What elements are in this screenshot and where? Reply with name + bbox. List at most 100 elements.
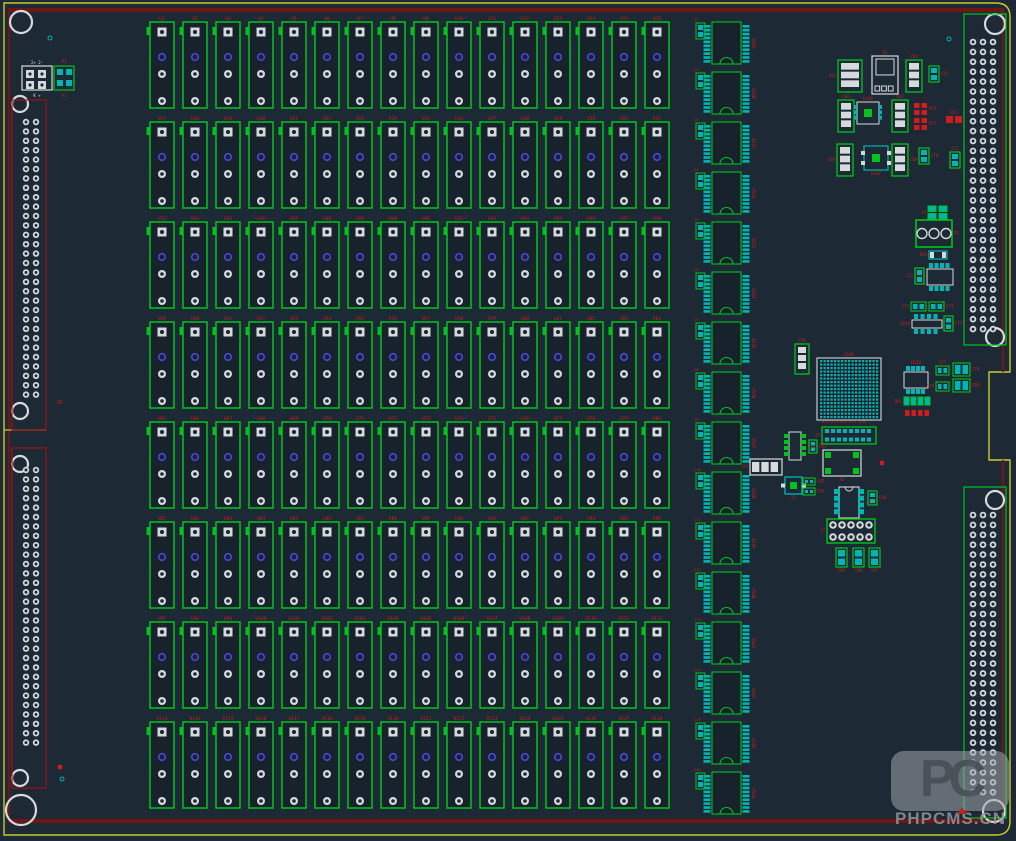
relay-footprint[interactable]: U31 [609, 116, 637, 208]
relay-footprint[interactable]: U15 [609, 16, 637, 108]
ic-footprint[interactable]: C12U140 [694, 567, 756, 614]
component-cap2h[interactable]: C73 [902, 302, 926, 311]
relay-footprint[interactable]: U3 [213, 16, 241, 108]
relay-footprint[interactable]: U20 [246, 116, 274, 208]
relay-footprint[interactable]: U9 [411, 16, 439, 108]
relay-footprint[interactable]: U32 [642, 116, 670, 208]
relay-footprint[interactable]: U64 [642, 316, 670, 408]
relay-footprint[interactable]: U100 [246, 616, 274, 708]
ic-footprint[interactable]: C6U134 [694, 267, 756, 314]
relay-footprint[interactable]: U108 [510, 616, 538, 708]
relay-footprint[interactable]: U95 [609, 516, 637, 608]
relay-footprint[interactable]: U58 [444, 316, 472, 408]
relay-footprint[interactable]: U36 [246, 216, 274, 308]
relay-footprint[interactable]: U24 [378, 116, 406, 208]
relay-footprint[interactable]: U109 [543, 616, 571, 708]
relay-footprint[interactable]: U27 [477, 116, 505, 208]
component-cap3v[interactable]: C76 [795, 338, 809, 374]
relay-footprint[interactable]: U102 [312, 616, 340, 708]
component-xtal[interactable]: Y1 [781, 477, 806, 500]
ic-footprint[interactable]: C16U144 [694, 767, 756, 814]
component-cap3v[interactable]: C66 [838, 94, 854, 132]
component-red4[interactable] [905, 410, 929, 416]
relay-footprint[interactable]: U120 [378, 716, 406, 808]
relay-footprint[interactable]: U6 [312, 16, 340, 108]
relay-footprint[interactable]: U67 [213, 416, 241, 508]
component-soic8t[interactable]: U150 [904, 360, 928, 394]
relay-footprint[interactable]: U38 [312, 216, 340, 308]
relay-footprint[interactable]: U79 [609, 416, 637, 508]
component-cap3v[interactable]: C63 [829, 60, 862, 92]
component-hdr2x5[interactable]: J7 [820, 519, 875, 543]
ic-footprint[interactable]: C1U129 [694, 17, 756, 64]
relay-footprint[interactable]: U115 [213, 716, 241, 808]
relay-footprint[interactable]: U60 [510, 316, 538, 408]
relay-footprint[interactable]: U10 [444, 16, 472, 108]
component-pads2x2r[interactable]: R72 [914, 118, 937, 130]
component-lblrow[interactable]: R74 R75 R76 R77 R78 [822, 419, 866, 424]
relay-footprint[interactable]: U48 [642, 216, 670, 308]
component-bga[interactable]: U149 [817, 352, 881, 420]
relay-footprint[interactable]: U127 [609, 716, 637, 808]
component-cap3v[interactable]: C69 [892, 144, 918, 176]
relay-footprint[interactable]: U74 [444, 416, 472, 508]
relay-footprint[interactable]: U110 [576, 616, 604, 708]
component-cap2h[interactable]: C82 [803, 478, 825, 485]
relay-footprint[interactable]: U34 [180, 216, 208, 308]
ic-footprint[interactable]: C2U130 [694, 67, 756, 114]
relay-footprint[interactable]: U57 [411, 316, 439, 408]
relay-footprint[interactable]: U53 [279, 316, 307, 408]
relay-footprint[interactable]: U88 [378, 516, 406, 608]
component-soic8v[interactable]: U151 [784, 432, 818, 460]
relay-footprint[interactable]: U19 [213, 116, 241, 208]
power-terminal-block[interactable]: 2+ 2-K +P1A1 [22, 59, 74, 98]
relay-footprint[interactable]: U125 [543, 716, 571, 808]
relay-footprint[interactable]: U50 [180, 316, 208, 408]
relay-footprint[interactable]: U63 [609, 316, 637, 408]
relay-footprint[interactable]: U21 [279, 116, 307, 208]
component-cap2v[interactable]: C87 [869, 548, 880, 573]
relay-footprint[interactable]: U70 [312, 416, 340, 508]
relay-footprint[interactable]: U43 [477, 216, 505, 308]
relay-footprint[interactable]: U103 [345, 616, 373, 708]
relay-footprint[interactable]: U91 [477, 516, 505, 608]
relay-footprint[interactable]: U23 [345, 116, 373, 208]
relay-footprint[interactable]: U124 [510, 716, 538, 808]
relay-footprint[interactable]: U12 [510, 16, 538, 108]
component-cap2v[interactable]: C85 [836, 548, 847, 573]
relay-footprint[interactable]: U1 [147, 16, 175, 108]
relay-footprint[interactable]: U25 [411, 116, 439, 208]
component-cap2v[interactable]: C70 [919, 148, 939, 164]
relay-footprint[interactable]: U77 [543, 416, 571, 508]
relay-footprint[interactable]: U93 [543, 516, 571, 608]
relay-footprint[interactable]: U42 [444, 216, 472, 308]
relay-footprint[interactable]: U22 [312, 116, 340, 208]
relay-footprint[interactable]: U44 [510, 216, 538, 308]
component-cap3v[interactable]: C68 [828, 144, 853, 176]
relay-footprint[interactable]: U37 [279, 216, 307, 308]
ic-footprint[interactable]: C10U138 [694, 467, 756, 514]
relay-footprint[interactable]: U119 [345, 716, 373, 808]
component-cap2v[interactable]: C75 [944, 316, 963, 331]
relay-footprint[interactable]: U86 [312, 516, 340, 608]
ic-footprint[interactable]: C5U133 [694, 217, 756, 264]
relay-footprint[interactable]: U85 [279, 516, 307, 608]
component-term3[interactable]: P2 [916, 220, 959, 247]
relay-footprint[interactable]: U35 [213, 216, 241, 308]
relay-footprint[interactable]: U121 [411, 716, 439, 808]
ic-footprint[interactable]: C13U141 [694, 617, 756, 664]
component-soic8t[interactable]: U148 [900, 314, 942, 334]
ic-footprint[interactable]: C3U131 [694, 117, 756, 164]
relay-footprint[interactable]: U71 [345, 416, 373, 508]
relay-footprint[interactable]: U94 [576, 516, 604, 608]
ic-footprint[interactable]: C9U137 [694, 417, 756, 464]
relay-footprint[interactable]: U52 [246, 316, 274, 408]
relay-footprint[interactable]: U116 [246, 716, 274, 808]
component-sip8x2[interactable]: J5 [815, 427, 876, 444]
relay-footprint[interactable]: U69 [279, 416, 307, 508]
ic-footprint[interactable]: C11U139 [694, 517, 756, 564]
component-pads2x2g[interactable]: J4 [921, 206, 947, 219]
edge-connector-right[interactable] [964, 14, 1006, 345]
relay-footprint[interactable]: U29 [543, 116, 571, 208]
relay-footprint[interactable]: U33 [147, 216, 175, 308]
